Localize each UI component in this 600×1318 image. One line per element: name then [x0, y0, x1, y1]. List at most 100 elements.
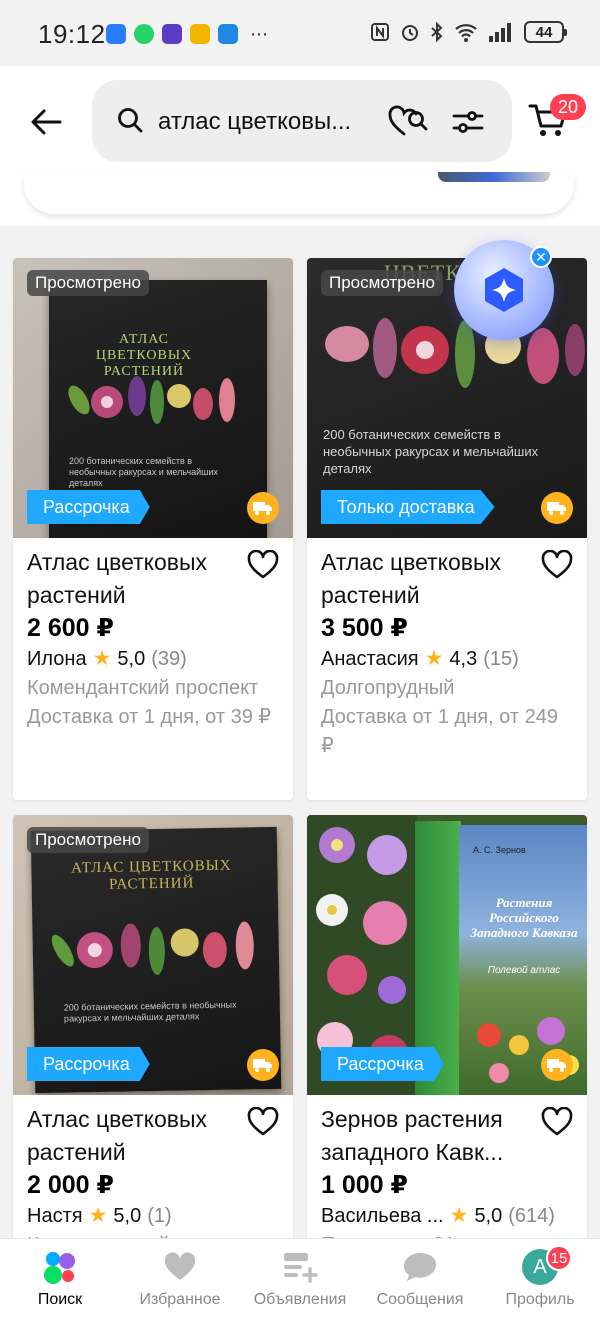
product-title[interactable]: Атлас цветковых растений — [27, 546, 279, 612]
heart-icon — [161, 1249, 199, 1285]
nav-profile[interactable]: А 15 Профиль — [480, 1239, 600, 1318]
rating-count: (614) — [508, 1205, 555, 1227]
search-query: атлас цветковы... — [158, 108, 352, 135]
profile-notification-badge: 15 — [546, 1245, 572, 1271]
more-notifications-icon: ⋯ — [250, 24, 268, 44]
ads-list-icon — [281, 1249, 319, 1285]
star-icon: ★ — [92, 647, 112, 670]
nav-label-profile: Профиль — [505, 1291, 575, 1308]
search-header: атлас цветковы... 20 — [0, 66, 600, 226]
assistant-close-icon[interactable]: ✕ — [530, 246, 552, 268]
system-icons: 44 — [370, 21, 567, 43]
book-author: А. С. Зернов — [473, 845, 526, 855]
product-image[interactable]: А. С. Зернов Растения Российского Западн… — [307, 815, 587, 1095]
book-title: Растения Российского Западного Кавказа — [470, 895, 578, 940]
seller-row: Васильева ... ★ 5,0 (614) — [321, 1201, 573, 1231]
seller-name: Настя — [27, 1205, 83, 1227]
back-arrow-icon[interactable] — [26, 102, 66, 142]
search-input[interactable]: атлас цветковы... — [92, 80, 512, 162]
product-card[interactable]: АТЛАС ЦВЕТКОВЫХ РАСТЕНИЙ 200 ботанически… — [13, 815, 293, 1245]
delivery-truck-icon — [247, 1049, 279, 1081]
whatsapp-icon — [134, 24, 154, 44]
product-price: 2 000 ₽ — [27, 1171, 114, 1199]
alarm-icon — [402, 25, 418, 41]
previous-card-edge — [24, 172, 574, 214]
product-title[interactable]: Атлас цветковых растений — [27, 1103, 279, 1169]
delivery-only-tag: Только доставка — [321, 490, 495, 524]
nav-messages[interactable]: Сообщения — [360, 1239, 480, 1318]
seller-row: Илона ★ 5,0 (39) — [27, 644, 279, 674]
book-subtitle: Полевой атлас — [487, 965, 561, 976]
flower-illustration — [51, 921, 254, 975]
cart-count-badge: 20 — [550, 94, 586, 120]
product-image[interactable]: АТЛАС ЦВЕТКОВЫХ РАСТЕНИЙ 200 ботанически… — [13, 258, 293, 538]
status-time: 19:12 — [38, 19, 106, 49]
save-search-icon[interactable] — [388, 104, 432, 138]
chat-bubble-icon — [401, 1249, 439, 1285]
favorite-heart-icon[interactable] — [247, 1107, 279, 1137]
installment-tag: Рассрочка — [27, 1047, 150, 1081]
product-title[interactable]: Зернов растения западного Кавк... — [321, 1103, 573, 1169]
assistant-icon — [485, 268, 523, 312]
delivery-truck-icon — [541, 492, 573, 524]
nav-label-messages: Сообщения — [376, 1291, 464, 1308]
delivery-info: Доставка от 1 дня, от 249 ₽ — [321, 706, 558, 757]
book-subtitle: 200 ботанических семейств в необычных ра… — [323, 427, 539, 476]
signal-icon — [489, 23, 511, 42]
product-price: 3 500 ₽ — [321, 614, 408, 642]
search-dots-icon — [41, 1249, 79, 1285]
mail-app-icon — [106, 24, 126, 44]
viewed-badge: Просмотрено — [27, 270, 149, 296]
battery-icon: 44 — [524, 21, 567, 43]
nfc-icon — [371, 23, 389, 41]
product-price: 2 600 ₽ — [27, 614, 114, 642]
status-bar: 19:12 ⋯ 44 — [0, 0, 600, 66]
product-image[interactable]: АТЛАС ЦВЕТКОВЫХ РАСТЕНИЙ 200 ботанически… — [13, 815, 293, 1095]
product-card[interactable]: ЦВЕТКОВЫХ 200 ботанических семейств в не… — [307, 258, 587, 800]
book-subtitle: 200 ботанических семейств в необычных ра… — [69, 456, 218, 488]
flower-illustration — [68, 376, 235, 424]
product-location: Комендантский проспект — [27, 677, 259, 699]
viewed-badge: Просмотрено — [27, 827, 149, 853]
app-icon — [162, 24, 182, 44]
product-title[interactable]: Атлас цветковых растений — [321, 546, 573, 612]
book-subtitle: 200 ботанических семейств в необычных ра… — [63, 999, 237, 1024]
favorite-heart-icon[interactable] — [541, 1107, 573, 1137]
seller-row: Настя ★ 5,0 (1) — [27, 1201, 279, 1231]
bluetooth-icon — [431, 22, 443, 42]
seller-name: Анастасия — [321, 648, 419, 670]
installment-tag: Рассрочка — [321, 1047, 444, 1081]
star-icon: ★ — [88, 1204, 108, 1227]
star-icon: ★ — [449, 1204, 469, 1227]
nav-label-ads: Объявления — [253, 1291, 347, 1308]
favorite-heart-icon[interactable] — [541, 550, 573, 580]
nav-search[interactable]: Поиск — [0, 1239, 120, 1318]
book-title: АТЛАС ЦВЕТКОВЫХ РАСТЕНИЙ — [70, 857, 232, 893]
nav-label-favorites: Избранное — [139, 1291, 221, 1308]
viewed-badge: Просмотрено — [321, 270, 443, 296]
rating-count: (15) — [483, 648, 519, 670]
search-icon — [118, 108, 143, 133]
delivery-truck-icon — [247, 492, 279, 524]
product-price: 1 000 ₽ — [321, 1171, 408, 1199]
installment-tag: Рассрочка — [27, 490, 150, 524]
bottom-navigation: Поиск Избранное Объявления Сообщения А 1… — [0, 1238, 600, 1318]
seller-name: Илона — [27, 648, 87, 670]
nav-favorites[interactable]: Избранное — [120, 1239, 240, 1318]
seller-name: Васильева ... — [321, 1205, 444, 1227]
star-icon: ★ — [424, 647, 444, 670]
product-location: Долгопрудный — [321, 677, 455, 699]
product-card[interactable]: АТЛАС ЦВЕТКОВЫХ РАСТЕНИЙ 200 ботанически… — [13, 258, 293, 800]
app-icon-yellow — [190, 24, 210, 44]
filter-icon[interactable] — [452, 108, 484, 136]
favorite-heart-icon[interactable] — [247, 550, 279, 580]
wifi-icon — [455, 24, 477, 42]
nav-label-search: Поиск — [37, 1291, 83, 1308]
seller-row: Анастасия ★ 4,3 (15) — [321, 644, 573, 674]
delivery-truck-icon — [541, 1049, 573, 1081]
product-card[interactable]: А. С. Зернов Растения Российского Западн… — [307, 815, 587, 1245]
nav-ads[interactable]: Объявления — [240, 1239, 360, 1318]
seller-rating: 5,0 — [474, 1205, 503, 1227]
mail-at-icon — [218, 24, 238, 44]
seller-rating: 5,0 — [117, 648, 146, 670]
